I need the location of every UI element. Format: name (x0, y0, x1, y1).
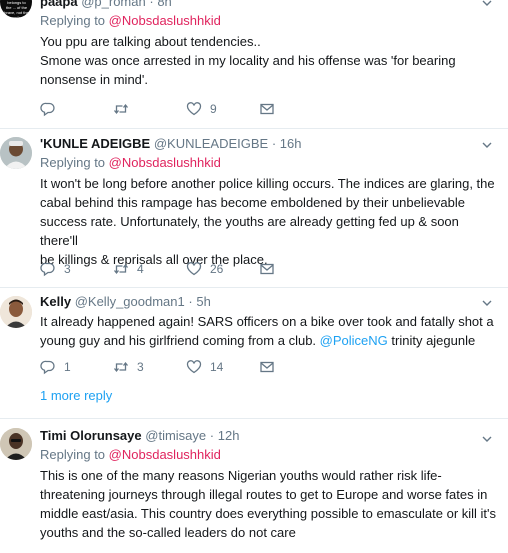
replying-to-label: Replying to (40, 155, 106, 170)
replying-to: Replying to @Nobsdaslushhkid (40, 153, 498, 173)
user-handle[interactable]: @KUNLEADEIGBE (154, 136, 268, 151)
like-button[interactable]: 9 (186, 101, 259, 117)
mention-link[interactable]: @PoliceNG (320, 333, 388, 348)
tweet-text-line: You ppu are talking about tendencies.. (40, 34, 261, 49)
retweet-icon (113, 361, 129, 373)
tweet-1[interactable]: The future belongs to the ... of the bra… (0, 0, 508, 128)
user-handle[interactable]: @timisaye (145, 428, 206, 443)
envelope-icon (260, 263, 274, 275)
separator-dot: · (209, 428, 215, 443)
tweet-text-line: middle east/asia. This country does ever… (40, 506, 497, 521)
like-count: 14 (210, 360, 224, 374)
chevron-down-icon[interactable] (480, 0, 494, 10)
tweet-text-line: It won't be long before another police k… (40, 176, 495, 191)
heart-icon (186, 262, 202, 276)
reply-mention-link[interactable]: @Nobsdaslushhkid (109, 13, 221, 28)
retweet-icon (113, 103, 129, 115)
direct-message-button[interactable] (259, 359, 332, 375)
chevron-down-icon[interactable] (480, 296, 494, 310)
direct-message-button[interactable] (259, 101, 332, 117)
heart-icon (186, 102, 202, 116)
replying-to: Replying to @Nobsdaslushhkid (40, 11, 498, 31)
heart-icon (186, 360, 202, 374)
direct-message-button[interactable] (259, 261, 332, 277)
chevron-down-icon[interactable] (480, 138, 494, 152)
tweet-3[interactable]: Kelly @Kelly_goodman1 · 5h It already ha… (0, 288, 508, 418)
tweet-actions: 9 (40, 99, 332, 119)
timestamp[interactable]: 8h (157, 0, 171, 9)
tweet-text-line: Smone was once arrested in my locality a… (40, 53, 456, 68)
retweet-button[interactable]: 4 (113, 261, 186, 277)
reply-mention-link[interactable]: @Nobsdaslushhkid (109, 155, 221, 170)
timestamp[interactable]: 12h (218, 428, 240, 443)
replying-to: Replying to @Nobsdaslushhkid (40, 445, 498, 465)
envelope-icon (260, 103, 274, 115)
tweet-text: It already happened again! SARS officers… (40, 312, 498, 350)
tweet-header: Timi Olorunsaye @timisaye · 12h (40, 427, 498, 445)
reply-count: 3 (64, 262, 71, 276)
chevron-down-icon[interactable] (480, 432, 494, 446)
avatar-timi[interactable] (0, 428, 32, 460)
tweet-text-line: nonsense in mind'. (40, 72, 148, 87)
tweet-text-line: It already happened again! SARS officers… (40, 314, 494, 329)
reply-icon (40, 360, 55, 375)
like-count: 9 (210, 102, 217, 116)
reply-button[interactable]: 1 (40, 359, 113, 375)
display-name[interactable]: 'KUNLE ADEIGBE (40, 136, 150, 151)
reply-icon (40, 262, 55, 277)
more-replies-link[interactable]: 1 more reply (40, 388, 112, 403)
display-name[interactable]: Kelly (40, 294, 71, 309)
tweet-4[interactable]: Timi Olorunsaye @timisaye · 12h Replying… (0, 419, 508, 553)
tweet-header: paapa @p_roman · 8h (40, 0, 498, 11)
tweet-text-line: cabal behind this rampage has become emb… (40, 195, 465, 210)
display-name[interactable]: paapa (40, 0, 78, 9)
tweet-text-segment: trinity ajegunle (387, 333, 476, 348)
tweet-header: 'KUNLE ADEIGBE @KUNLEADEIGBE · 16h (40, 135, 498, 153)
tweet-header: Kelly @Kelly_goodman1 · 5h (40, 293, 498, 311)
retweet-count: 3 (137, 360, 144, 374)
like-button[interactable]: 14 (186, 359, 259, 375)
tweet-text-line: threatening journeys through illegal rou… (40, 487, 488, 502)
separator-dot: · (271, 136, 277, 151)
retweet-icon (113, 263, 129, 275)
avatar-kunle[interactable] (0, 137, 32, 169)
replying-to-label: Replying to (40, 447, 106, 462)
tweet-text: You ppu are talking about tendencies.. S… (40, 32, 498, 89)
like-button[interactable]: 26 (186, 261, 259, 277)
tweet-actions: 3 4 26 (40, 259, 332, 279)
replying-to-label: Replying to (40, 13, 106, 28)
avatar-photo (0, 296, 32, 328)
retweet-count: 4 (137, 262, 144, 276)
reply-button[interactable] (40, 101, 113, 117)
avatar-photo (0, 428, 32, 460)
user-handle[interactable]: @p_roman (81, 0, 146, 9)
avatar-quote-text: The future belongs to the ... of the bra… (4, 0, 29, 18)
timestamp[interactable]: 16h (280, 136, 302, 151)
tweet-text: It won't be long before another police k… (40, 174, 498, 269)
reply-count: 1 (64, 360, 71, 374)
tweet-text-segment: young guy and his girlfriend coming from… (40, 333, 317, 348)
reply-button[interactable]: 3 (40, 261, 113, 277)
timestamp[interactable]: 5h (196, 294, 210, 309)
avatar-kelly[interactable] (0, 296, 32, 328)
tweet-text-line: This is one of the many reasons Nigerian… (40, 468, 442, 483)
retweet-button[interactable] (113, 101, 186, 117)
tweet-2[interactable]: 'KUNLE ADEIGBE @KUNLEADEIGBE · 16h Reply… (0, 129, 508, 287)
reply-mention-link[interactable]: @Nobsdaslushhkid (109, 447, 221, 462)
avatar-paapa[interactable]: The future belongs to the ... of the bra… (0, 0, 32, 18)
avatar-photo (0, 137, 32, 169)
separator-dot: · (149, 0, 154, 9)
tweet-text-line: young guy and his girlfriend coming from… (40, 331, 498, 350)
envelope-icon (260, 361, 274, 373)
tweet-text-line: success rate. Unfortunately, the youths … (40, 214, 459, 248)
separator-dot: · (188, 294, 193, 309)
reply-icon (40, 102, 55, 117)
display-name[interactable]: Timi Olorunsaye (40, 428, 142, 443)
user-handle[interactable]: @Kelly_goodman1 (75, 294, 185, 309)
retweet-button[interactable]: 3 (113, 359, 186, 375)
tweet-text: This is one of the many reasons Nigerian… (40, 466, 498, 542)
tweet-text-line: youths and the so-called leaders do not … (40, 525, 296, 540)
like-count: 26 (210, 262, 224, 276)
tweet-actions: 1 3 14 (40, 357, 332, 377)
